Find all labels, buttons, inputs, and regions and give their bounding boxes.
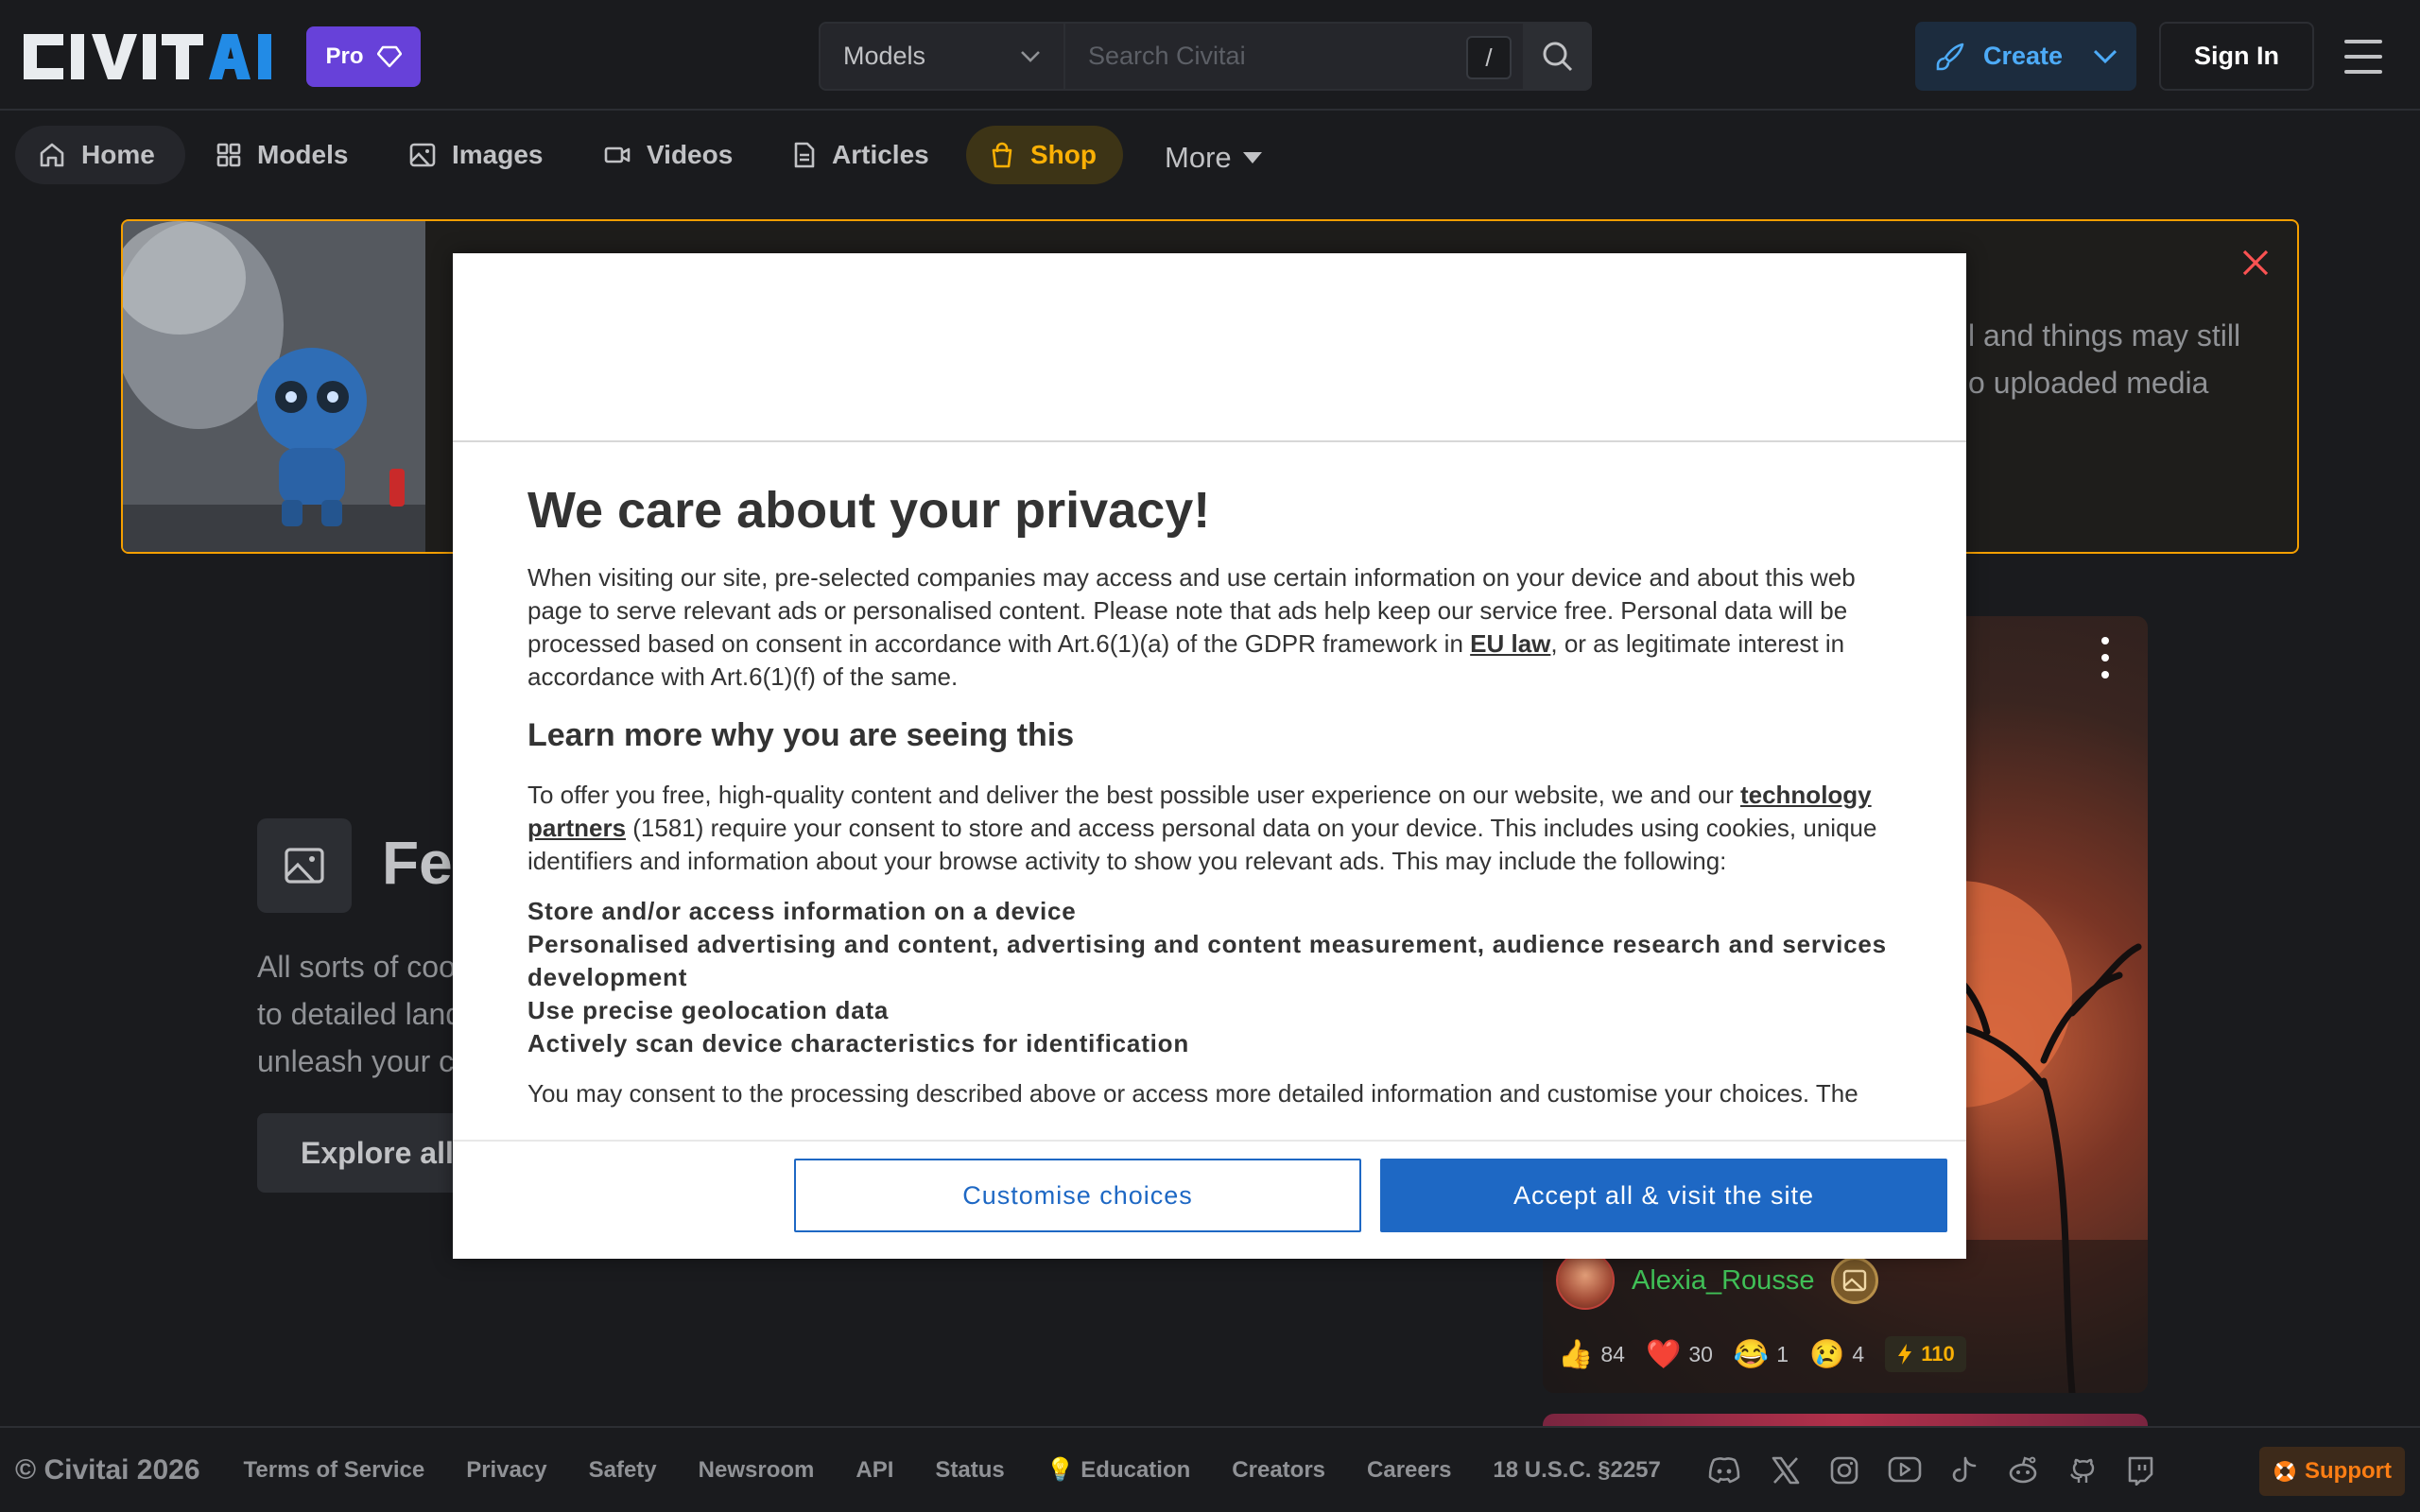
search-bar: Models / xyxy=(819,22,1592,91)
discord-icon[interactable] xyxy=(1706,1455,1742,1486)
customise-choices-button[interactable]: Customise choices xyxy=(794,1159,1361,1232)
purpose-item: Store and/or access information on a dev… xyxy=(527,897,1077,925)
main-nav: Home Models Images Videos Articles Shop … xyxy=(0,112,2420,198)
keyboard-shortcut-badge: / xyxy=(1466,36,1512,79)
search-button[interactable] xyxy=(1523,22,1592,91)
more-options-icon[interactable] xyxy=(2100,637,2110,679)
tiktok-icon[interactable] xyxy=(1950,1455,1979,1486)
purpose-list: Store and/or access information on a dev… xyxy=(527,895,1891,1060)
support-button[interactable]: Support xyxy=(2259,1447,2405,1496)
footer-link-safety[interactable]: Safety xyxy=(589,1457,657,1484)
menu-icon[interactable] xyxy=(2344,40,2382,74)
home-icon xyxy=(40,143,64,167)
nav-images-label: Images xyxy=(452,140,544,169)
footer-link-status[interactable]: Status xyxy=(935,1457,1004,1484)
civitai-logo[interactable] xyxy=(24,28,285,85)
nav-articles-label: Articles xyxy=(832,140,929,169)
footer-link-privacy[interactable]: Privacy xyxy=(466,1457,546,1484)
youtube-icon[interactable] xyxy=(1888,1455,1922,1484)
chevron-down-icon xyxy=(2093,49,2118,63)
consent-choices-text: You may consent to the processing descri… xyxy=(527,1079,1858,1108)
privacy-consent-modal: We care about your privacy! When visitin… xyxy=(453,253,1966,1259)
support-label: Support xyxy=(2305,1458,2392,1484)
photo-icon xyxy=(285,848,324,884)
chevron-down-icon xyxy=(1021,50,1040,62)
reddit-icon[interactable] xyxy=(2007,1455,2039,1486)
nav-shop-label: Shop xyxy=(1030,140,1097,169)
footer-link-education[interactable]: 💡 Education xyxy=(1046,1456,1191,1484)
banner-text: l and things may still o uploaded media xyxy=(1968,312,2240,406)
learn-more-heading: Learn more why you are seeing this xyxy=(527,717,1075,753)
search-scope-select[interactable]: Models xyxy=(819,22,1065,91)
banner-image xyxy=(123,221,425,552)
nav-models[interactable]: Models xyxy=(193,126,371,184)
consent-details: To offer you free, high-quality content … xyxy=(527,779,1891,878)
lifebuoy-icon xyxy=(2274,1461,2295,1482)
nav-home-label: Home xyxy=(81,140,155,169)
nav-shop[interactable]: Shop xyxy=(966,126,1123,184)
caret-down-icon xyxy=(1242,152,1262,163)
consent-details-text: To offer you free, high-quality content … xyxy=(527,781,1740,809)
featured-section-icon xyxy=(257,818,352,913)
article-icon xyxy=(794,142,815,168)
create-button[interactable]: Create xyxy=(1915,22,2136,91)
footer-link-newsroom[interactable]: Newsroom xyxy=(699,1457,815,1484)
copyright: © Civitai 2026 xyxy=(15,1453,200,1486)
footer-link-terms[interactable]: Terms of Service xyxy=(244,1457,425,1484)
photo-icon xyxy=(409,143,436,167)
pro-button[interactable]: Pro xyxy=(306,26,421,87)
sign-in-button[interactable]: Sign In xyxy=(2159,22,2314,91)
banner-text-line-2: o uploaded media xyxy=(1968,366,2209,400)
nav-models-label: Models xyxy=(257,140,349,169)
grid-icon xyxy=(216,143,241,167)
nav-articles[interactable]: Articles xyxy=(769,126,952,184)
accept-all-button[interactable]: Accept all & visit the site xyxy=(1380,1159,1947,1232)
shopping-bag-icon xyxy=(992,142,1012,168)
purpose-item: Personalised advertising and content, ad… xyxy=(527,930,1887,991)
nav-more-label: More xyxy=(1165,141,1232,174)
modal-logo-area xyxy=(453,253,1966,442)
footer-link-api[interactable]: API xyxy=(856,1457,893,1484)
footer-link-creators[interactable]: Creators xyxy=(1232,1457,1325,1484)
pro-label: Pro xyxy=(325,43,364,69)
footer-link-2257[interactable]: 18 U.S.C. §2257 xyxy=(1493,1457,1660,1484)
brush-icon xyxy=(1936,43,1964,70)
video-icon xyxy=(604,146,631,163)
search-icon xyxy=(1543,42,1572,71)
search-input[interactable] xyxy=(1088,42,1447,71)
nav-home[interactable]: Home xyxy=(15,126,185,184)
consent-details-text-end: (1581) require your consent to store and… xyxy=(527,814,1877,875)
instagram-icon[interactable] xyxy=(1829,1455,1859,1486)
nav-more[interactable]: More xyxy=(1165,141,1262,175)
search-input-wrap: / xyxy=(1065,22,1523,91)
consent-intro: When visiting our site, pre-selected com… xyxy=(527,561,1891,694)
purpose-item: Use precise geolocation data xyxy=(527,996,890,1024)
twitch-icon[interactable] xyxy=(2126,1455,2154,1486)
eu-law-link[interactable]: EU law xyxy=(1470,629,1550,658)
close-icon[interactable] xyxy=(2240,248,2271,278)
x-icon[interactable] xyxy=(1771,1455,1801,1486)
modal-title: We care about your privacy! xyxy=(527,482,1211,539)
search-scope-value: Models xyxy=(843,42,926,70)
github-icon[interactable] xyxy=(2067,1455,2098,1486)
social-links xyxy=(1706,1455,2154,1486)
nav-videos[interactable]: Videos xyxy=(580,126,755,184)
diamond-icon xyxy=(376,45,402,68)
top-header: Pro Models / Create Sign In xyxy=(0,0,2420,111)
nav-videos-label: Videos xyxy=(647,140,734,169)
purpose-item: Actively scan device characteristics for… xyxy=(527,1029,1190,1057)
create-label: Create xyxy=(1982,42,2064,70)
nav-images[interactable]: Images xyxy=(386,126,566,184)
page-footer: © Civitai 2026 Terms of Service Privacy … xyxy=(0,1426,2420,1512)
modal-footer: Customise choices Accept all & visit the… xyxy=(453,1140,1966,1259)
banner-text-line-1: l and things may still xyxy=(1968,318,2241,352)
footer-link-careers[interactable]: Careers xyxy=(1367,1457,1451,1484)
